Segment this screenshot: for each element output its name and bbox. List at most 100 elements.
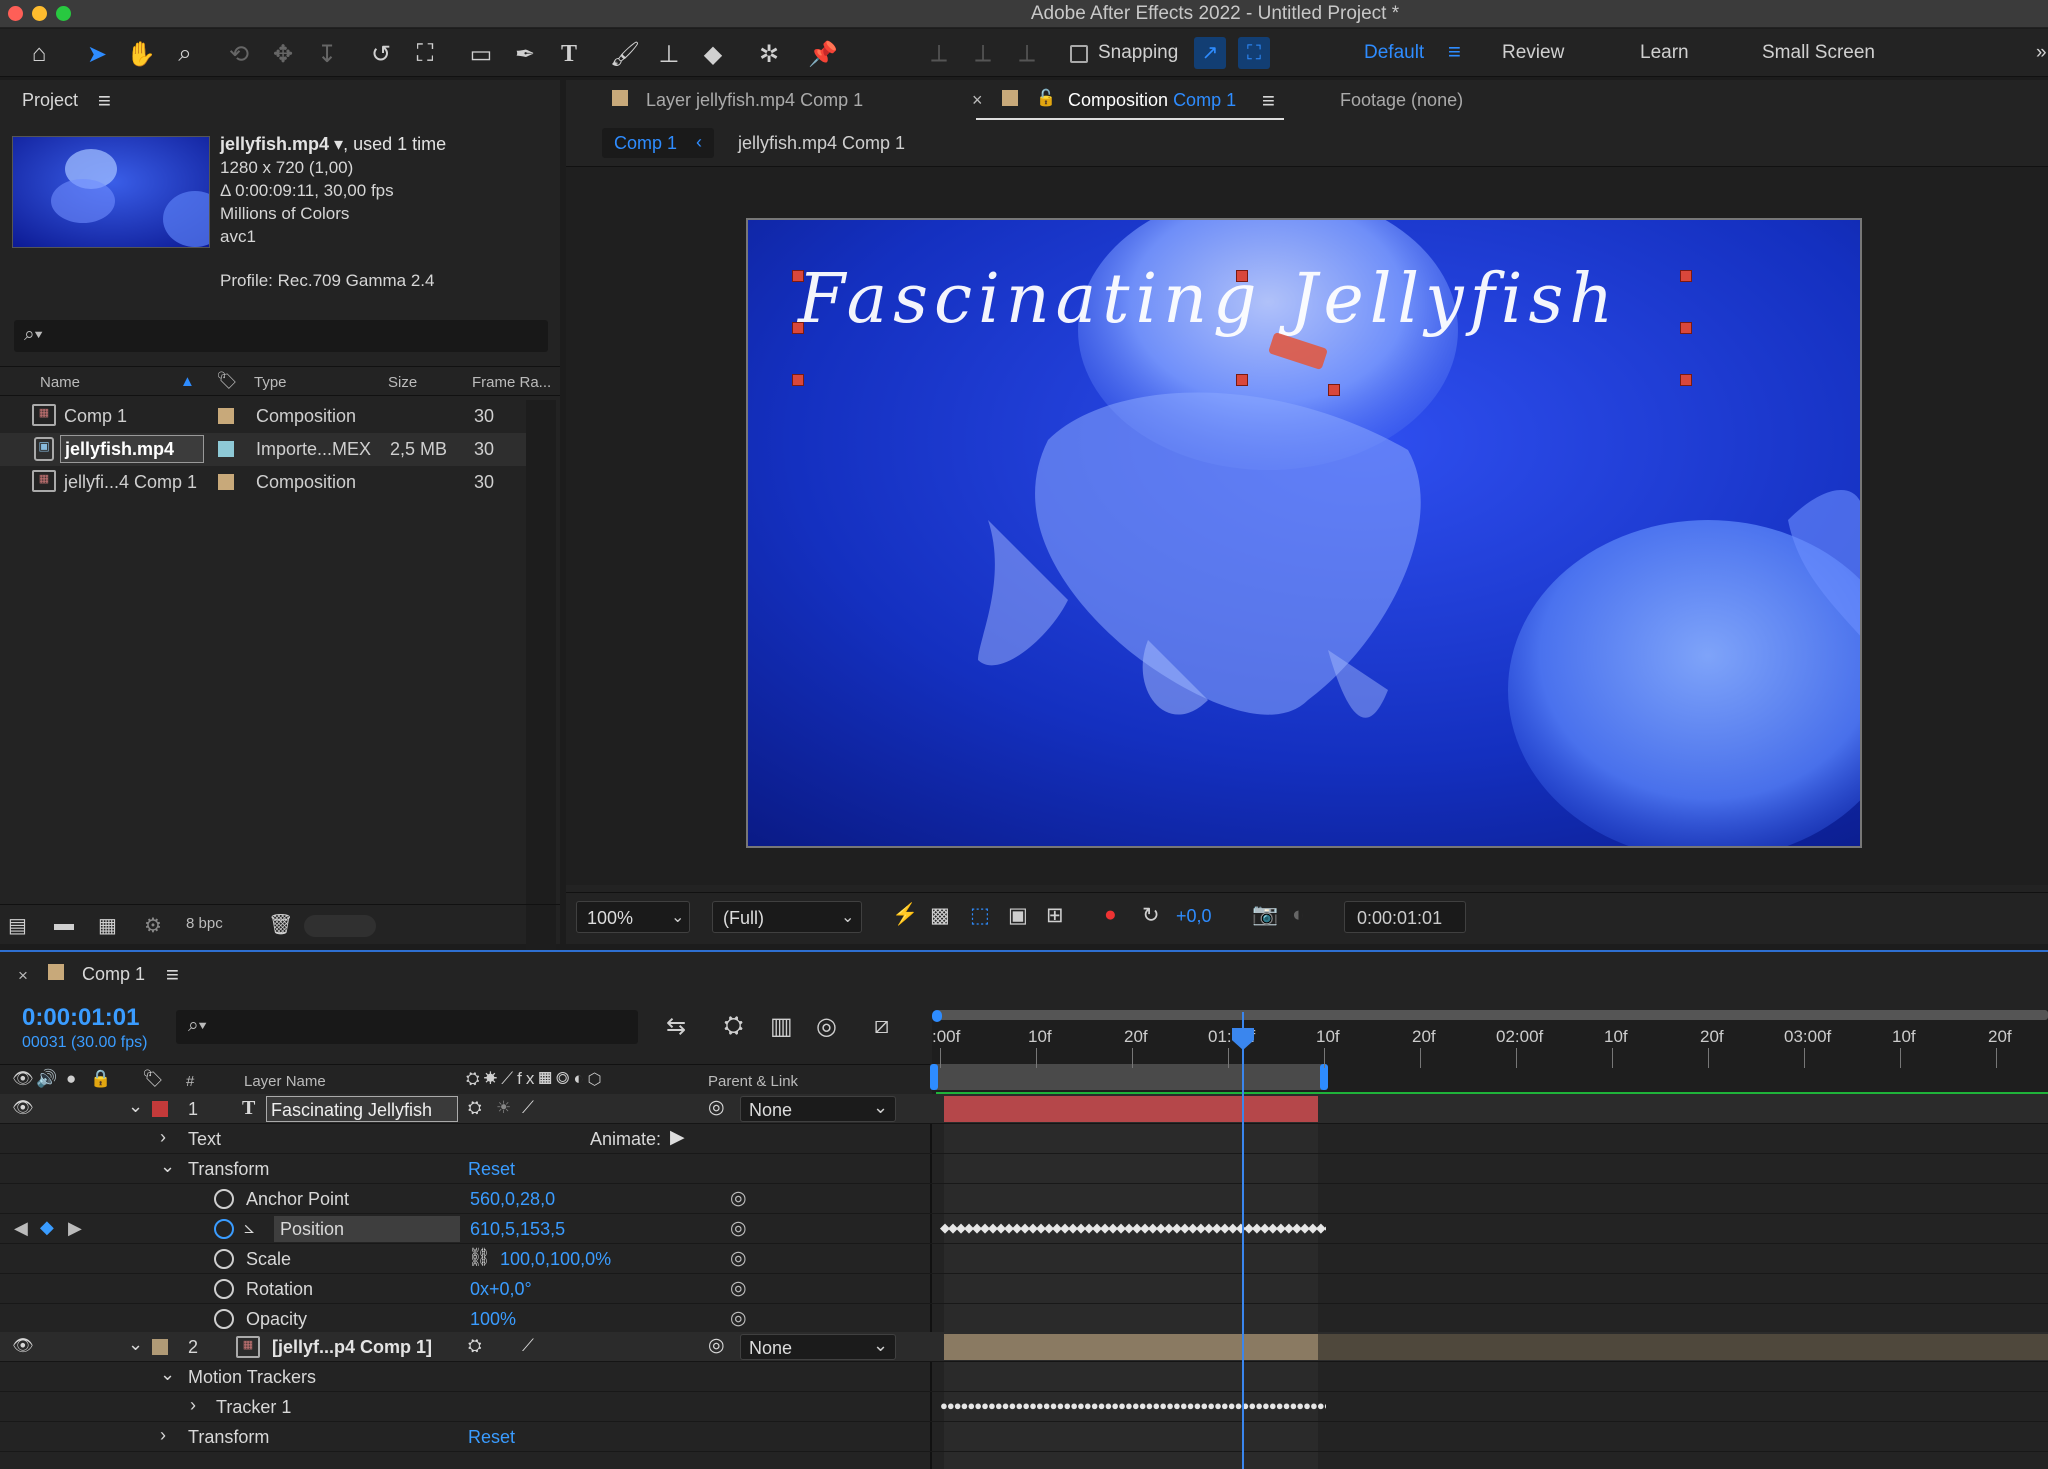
reset-exposure-icon[interactable]: ↻	[1142, 903, 1160, 928]
new-folder-icon[interactable]: ▬	[54, 913, 74, 936]
workspace-default[interactable]: Default	[1364, 42, 1424, 64]
transform-handle[interactable]	[792, 270, 804, 282]
label-color-swatch[interactable]	[218, 474, 234, 490]
new-composition-icon[interactable]: ▦	[98, 913, 117, 938]
stopwatch-icon[interactable]	[214, 1309, 234, 1329]
expression-pick-whip-icon[interactable]: ◎	[730, 1217, 747, 1240]
property-value[interactable]: 0x+0,0°	[470, 1279, 532, 1300]
transparency-grid-icon[interactable]: ▩	[930, 903, 950, 928]
more-workspaces-icon[interactable]: »	[2036, 42, 2047, 64]
breadcrumb-jellyfish-comp[interactable]: jellyfish.mp4 Comp 1	[738, 133, 905, 154]
property-scale[interactable]: Scale ⛓ 100,0,100,0% ◎	[0, 1244, 2048, 1274]
current-time-display[interactable]: 0:00:01:01	[1344, 901, 1466, 933]
chevron-right-icon[interactable]: ›	[190, 1395, 196, 1416]
property-value[interactable]: 100%	[470, 1309, 516, 1330]
work-area-bar[interactable]	[936, 1064, 1322, 1090]
pan-behind-tool-icon[interactable]: ⛶	[408, 37, 442, 71]
audio-icon[interactable]: 🔊	[36, 1069, 57, 1089]
timeline-layer-row[interactable]: 👁 ⌄ 1 T Fascinating Jellyfish ⛭ ☀ ⟋ ◎ No…	[0, 1094, 2048, 1124]
eraser-tool-icon[interactable]: ◆	[696, 37, 730, 71]
reset-link[interactable]: Reset	[468, 1159, 515, 1180]
property-value[interactable]: 610,5,153,5	[470, 1219, 565, 1240]
panel-menu-icon[interactable]: ≡	[166, 962, 179, 988]
transform-handle[interactable]	[1236, 270, 1248, 282]
property-tracker-1[interactable]: › Tracker 1 ●●●●●●●●●●●●●●●●●●●●●●●●●●●●…	[0, 1392, 2048, 1422]
time-navigator-bar[interactable]	[936, 1010, 2048, 1020]
project-item[interactable]: ▦ jellyfi...4 Comp 1 Composition 30	[0, 466, 530, 499]
breadcrumb-comp1[interactable]: Comp 1 ‹	[602, 128, 714, 158]
resolution-dropdown[interactable]: (Full) ⌄	[712, 901, 862, 933]
prev-keyframe-icon[interactable]: ◀	[14, 1218, 28, 1239]
reset-link[interactable]: Reset	[468, 1427, 515, 1448]
exposure-value[interactable]: +0,0	[1176, 906, 1212, 927]
workspace-review[interactable]: Review	[1502, 42, 1564, 64]
solo-icon[interactable]: ●	[66, 1069, 76, 1089]
project-scrollbar[interactable]	[526, 400, 556, 980]
text-layer-overlay[interactable]: Fascinating Jellyfish	[798, 260, 1619, 339]
bit-depth-button[interactable]: 8 bpc	[186, 915, 223, 932]
stopwatch-icon[interactable]	[214, 1279, 234, 1299]
tracker-keyframes-track[interactable]: ●●●●●●●●●●●●●●●●●●●●●●●●●●●●●●●●●●●●●●●●…	[940, 1398, 1326, 1416]
timeline-search-input[interactable]: ⌕▾	[176, 1010, 638, 1044]
lock-icon[interactable]: 🔓	[1036, 88, 1056, 108]
eye-icon[interactable]: 👁	[12, 1098, 34, 1118]
rectangle-tool-icon[interactable]: ▭	[464, 37, 498, 71]
hand-tool-icon[interactable]: ✋	[124, 37, 158, 71]
shy-switch-icon[interactable]: ⛭	[468, 1336, 482, 1356]
workspace-small-screen[interactable]: Small Screen	[1762, 42, 1875, 64]
chevron-right-icon[interactable]: ›	[160, 1127, 166, 1148]
axis-view-icon[interactable]: ⟂	[1010, 37, 1044, 71]
timeline-current-time[interactable]: 0:00:01:01	[22, 1004, 139, 1032]
position-keyframes-track[interactable]: ◆◆◆◆◆◆◆◆◆◆◆◆◆◆◆◆◆◆◆◆◆◆◆◆◆◆◆◆◆◆◆◆◆◆◆◆◆◆◆◆…	[940, 1220, 1326, 1238]
layer-tab[interactable]: Layer jellyfish.mp4 Comp 1	[646, 90, 863, 111]
composition-frame[interactable]: Fascinating Jellyfish	[746, 218, 1862, 848]
region-of-interest-icon[interactable]: ▣	[1008, 903, 1028, 928]
layer-duration-bar[interactable]	[944, 1334, 1318, 1360]
work-area-start-handle[interactable]	[930, 1064, 938, 1090]
transform-handle[interactable]	[792, 374, 804, 386]
frame-blending-icon[interactable]: ▥	[770, 1012, 793, 1041]
snapshot-camera-icon[interactable]: 📷	[1252, 903, 1278, 927]
axis-world-icon[interactable]: ⟂	[966, 37, 1000, 71]
dolly-camera-icon[interactable]: ↧	[310, 37, 344, 71]
shy-switch-icon[interactable]: ⛭	[468, 1098, 482, 1118]
layer-duration-bar[interactable]	[944, 1096, 1318, 1122]
layer-name[interactable]: [jellyf...p4 Comp 1]	[272, 1337, 432, 1358]
layer-label-swatch[interactable]	[152, 1339, 168, 1355]
type-tool-icon[interactable]: T	[552, 37, 586, 71]
label-color-swatch[interactable]	[218, 441, 234, 457]
project-tab[interactable]: Project	[22, 90, 78, 111]
label-color-swatch[interactable]	[218, 408, 234, 424]
column-size[interactable]: Size	[388, 374, 417, 391]
stopwatch-icon[interactable]	[214, 1189, 234, 1209]
time-navigator-start-handle[interactable]	[932, 1010, 942, 1022]
grid-guides-icon[interactable]: ⊞	[1046, 903, 1064, 928]
roto-brush-tool-icon[interactable]: ✲	[752, 37, 786, 71]
transform-handle[interactable]	[1680, 270, 1692, 282]
pen-tool-icon[interactable]: ✒	[508, 37, 542, 71]
graph-icon[interactable]: ⦣	[244, 1217, 254, 1238]
column-frame-rate[interactable]: Frame Ra...	[472, 374, 551, 391]
parent-dropdown[interactable]: None ⌄	[740, 1334, 896, 1360]
footage-dropdown-icon[interactable]: ▾	[329, 134, 343, 154]
column-layer-name[interactable]: Layer Name	[244, 1073, 326, 1090]
chevron-down-icon[interactable]: ⌄	[128, 1096, 143, 1117]
timeline-layer-row[interactable]: 👁 ⌄ 2 ▦ [jellyf...p4 Comp 1] ⛭ ⟋ ◎ None …	[0, 1332, 2048, 1362]
snap-edges-icon[interactable]: ↗	[1194, 37, 1226, 69]
sort-ascending-icon[interactable]: ▲	[180, 373, 195, 390]
magnification-dropdown[interactable]: 100% ⌄	[576, 901, 690, 933]
close-tab-icon[interactable]: ×	[972, 90, 983, 111]
property-value[interactable]: 560,0,28,0	[470, 1189, 555, 1210]
chevron-down-icon[interactable]: ⌄	[160, 1364, 175, 1385]
collapse-switch-icon[interactable]: ☀	[496, 1098, 511, 1118]
home-icon[interactable]: ⌂	[22, 37, 56, 71]
timeline-comp-tab[interactable]: Comp 1	[82, 964, 145, 985]
column-type[interactable]: Type	[254, 374, 287, 391]
transform-handle[interactable]	[1328, 384, 1340, 396]
interpret-footage-icon[interactable]: ▤	[8, 913, 27, 938]
transform-handle[interactable]	[1680, 322, 1692, 334]
workspace-menu-icon[interactable]: ≡	[1448, 39, 1461, 65]
expression-pick-whip-icon[interactable]: ◎	[730, 1307, 747, 1330]
fast-previews-icon[interactable]: ⚡	[892, 903, 918, 927]
current-time-indicator[interactable]	[1242, 1012, 1244, 1469]
